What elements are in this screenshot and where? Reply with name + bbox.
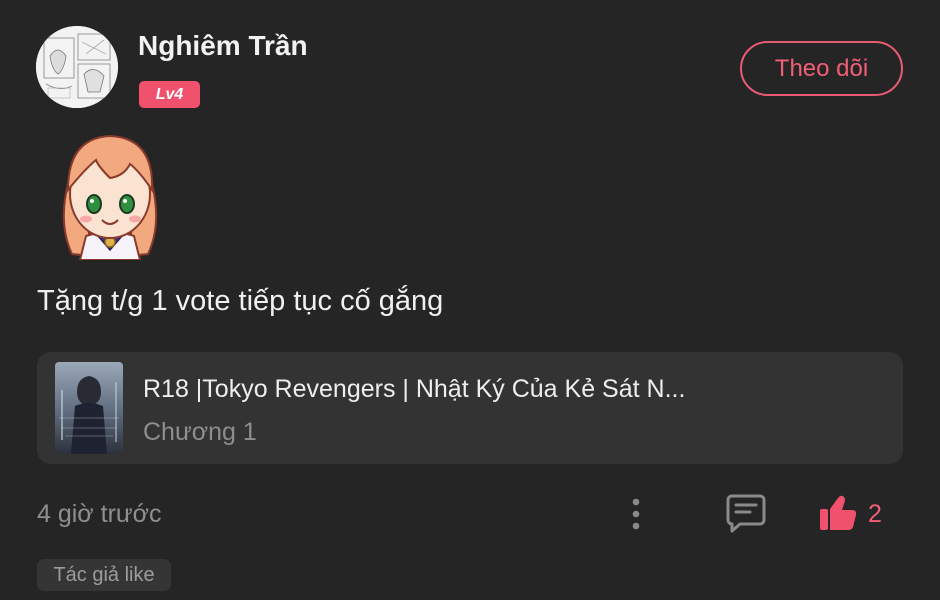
user-avatar[interactable]: [36, 26, 118, 108]
more-vertical-icon[interactable]: [622, 497, 650, 533]
thumbs-up-icon[interactable]: [818, 494, 858, 532]
story-chapter: Chương 1: [143, 418, 257, 446]
like-count: 2: [868, 500, 882, 528]
comment-bubble-icon[interactable]: [724, 492, 768, 534]
comment-item: Nghiêm Trần Lv4 Theo dõi Tặng t/g 1 vote…: [0, 0, 940, 600]
story-card[interactable]: R18 |Tokyo Revengers | Nhật Ký Của Kẻ Sá…: [37, 352, 903, 464]
story-cover-image: [55, 362, 123, 454]
username[interactable]: Nghiêm Trần: [138, 30, 308, 62]
comment-timestamp: 4 giờ trước: [37, 500, 162, 528]
comment-text: Tặng t/g 1 vote tiếp tục cố gắng: [37, 285, 444, 317]
story-title[interactable]: R18 |Tokyo Revengers | Nhật Ký Của Kẻ Sá…: [143, 375, 743, 404]
girl-sticker-image: [50, 124, 170, 261]
follow-button[interactable]: Theo dõi: [740, 41, 903, 96]
author-liked-tag: Tác giả like: [37, 559, 171, 591]
level-badge: Lv4: [139, 81, 200, 108]
